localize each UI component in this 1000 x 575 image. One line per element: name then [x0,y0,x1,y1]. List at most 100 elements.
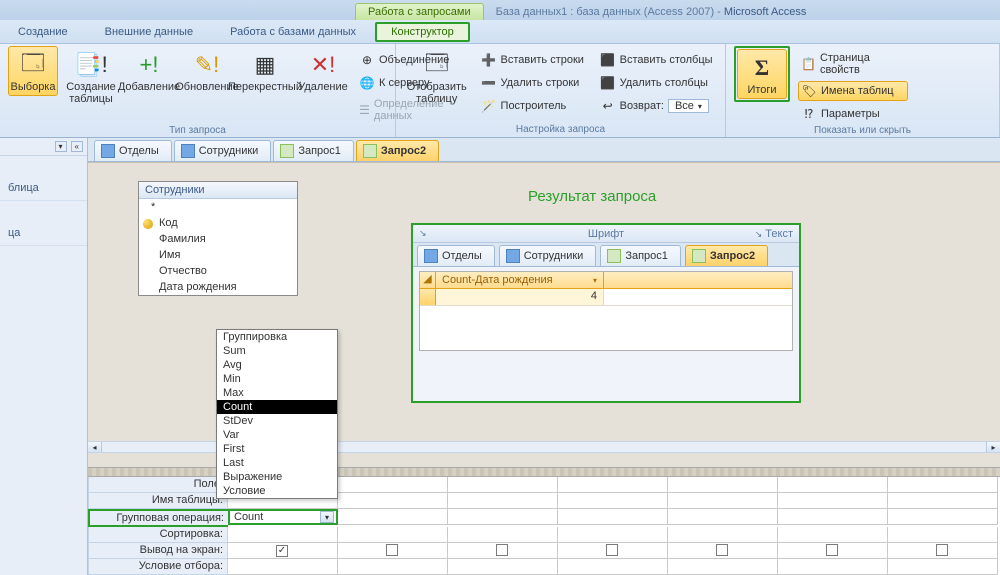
tab-design[interactable]: Конструктор [375,22,470,42]
chevron-down-icon: ▾ [698,102,702,111]
opt-count[interactable]: Count [217,400,337,414]
context-tab[interactable]: Работа с запросами [355,3,484,20]
cell-show-1[interactable]: ✓ [228,543,338,559]
field-familia[interactable]: Фамилия [139,231,297,247]
delete-rows-button[interactable]: ➖ Удалить строки [478,73,589,93]
opt-where[interactable]: Условие [217,484,337,498]
server-icon: 🌐 [359,75,375,91]
checkbox[interactable] [826,544,838,556]
checkbox-checked[interactable]: ✓ [276,545,288,557]
tablenames-button[interactable]: 🏷 Имена таблиц [798,81,908,101]
cell[interactable] [778,477,888,493]
opt-min[interactable]: Min [217,372,337,386]
dropdown-icon[interactable]: ▾ [55,141,67,152]
insert-cols-button[interactable]: ⬛ Вставить столбцы [597,50,717,70]
cell[interactable] [338,477,448,493]
field-kod[interactable]: Код [139,215,297,231]
maketable-button[interactable]: 📑! Создание таблицы [66,46,116,108]
dialog-launcher-icon[interactable]: ↘ [419,228,427,239]
chevron-down-icon[interactable]: ▾ [593,276,597,285]
data-cell[interactable]: 4 [436,289,604,305]
column-header[interactable]: Count-Дата рождения ▾ [436,272,604,288]
update-button[interactable]: ✎! Обновление [182,46,232,96]
scroll-left-icon[interactable]: ◂ [88,442,102,452]
totals-highlight: Σ Итоги [734,46,790,102]
totals-button[interactable]: Σ Итоги [737,49,787,99]
scroll-right-icon[interactable]: ▸ [986,442,1000,452]
union-icon: ⊕ [359,52,375,68]
aggregate-dropdown[interactable]: Группировка Sum Avg Min Max Count StDev … [216,329,338,499]
table-title: Сотрудники [139,182,297,199]
opt-sum[interactable]: Sum [217,344,337,358]
row-selector[interactable] [420,289,436,305]
tab-zapros1[interactable]: Запрос1 [273,140,354,161]
builder-button[interactable]: 🪄 Построитель [478,96,589,116]
tab-database-tools[interactable]: Работа с базами данных [212,22,375,42]
chevron-down-icon[interactable]: ▾ [320,511,334,523]
params-icon: ⁉ [801,106,817,122]
maketable-icon: 📑! [75,49,107,81]
rtab-sotrudniki[interactable]: Сотрудники [499,245,597,266]
tab-zapros2[interactable]: Запрос2 [356,140,439,161]
return-combo[interactable]: ↩ Возврат: Все ▾ [597,96,717,116]
table-icon [424,249,438,263]
opt-group[interactable]: Группировка [217,330,337,344]
result-tabs: Отделы Сотрудники Запрос1 Запрос2 [413,243,799,267]
rtab-zapros2[interactable]: Запрос2 [685,245,768,266]
opt-stdev[interactable]: StDev [217,414,337,428]
opt-last[interactable]: Last [217,456,337,470]
rtab-otdely[interactable]: Отделы [417,245,495,266]
opt-first[interactable]: First [217,442,337,456]
insert-rows-button[interactable]: ➕ Вставить строки [478,50,589,70]
app-name: Microsoft Access [724,6,807,18]
update-icon: ✎! [191,49,223,81]
checkbox[interactable] [606,544,618,556]
tab-sotrudniki[interactable]: Сотрудники [174,140,272,161]
parameters-button[interactable]: ⁉ Параметры [798,104,908,124]
opt-var[interactable]: Var [217,428,337,442]
propsheet-button[interactable]: 📋 Страница свойств [798,50,908,78]
tab-create[interactable]: Создание [0,22,87,42]
field-otchestvo[interactable]: Отчество [139,263,297,279]
opt-expr[interactable]: Выражение [217,470,337,484]
datadef-icon: ☰ [359,102,370,118]
cell[interactable] [448,477,558,493]
empty-rows [420,306,792,350]
cell[interactable] [668,477,778,493]
checkbox[interactable] [386,544,398,556]
cell[interactable] [888,477,998,493]
checkbox[interactable] [716,544,728,556]
nav-item-2[interactable]: ца [0,221,87,246]
checkbox[interactable] [936,544,948,556]
field-data-rozhdeniya[interactable]: Дата рождения [139,279,297,295]
cell-total-combo[interactable]: Count ▾ [228,509,338,525]
tablenames-icon: 🏷 [801,83,817,99]
result-datasheet[interactable]: ◢ Count-Дата рождения ▾ 4 [419,271,793,351]
rtab-zapros1[interactable]: Запрос1 [600,245,681,266]
showtable-button[interactable]: 🗔 Отобразить таблицу [404,46,470,108]
crosstab-button[interactable]: ▦ Перекрестный [240,46,290,96]
nav-item-1[interactable]: блица [0,176,87,201]
field-star[interactable]: * [139,199,297,215]
collapse-icon[interactable]: « [71,141,83,152]
select-query-button[interactable]: 🗔 Выборка [8,46,58,96]
sigma-icon: Σ [746,52,778,84]
append-label: Добавление [118,81,180,93]
tab-external-data[interactable]: Внешние данные [87,22,212,42]
field-imya[interactable]: Имя [139,247,297,263]
table-sotrudniki[interactable]: Сотрудники * Код Фамилия Имя Отчество Да… [138,181,298,296]
nav-pane[interactable]: ▾ « блица ца [0,138,88,575]
query-design-canvas[interactable]: Сотрудники * Код Фамилия Имя Отчество Да… [88,162,1000,575]
select-all-cell[interactable]: ◢ [420,272,436,288]
tab-otdely[interactable]: Отделы [94,140,172,161]
checkbox[interactable] [496,544,508,556]
opt-max[interactable]: Max [217,386,337,400]
opt-avg[interactable]: Avg [217,358,337,372]
cell[interactable] [558,477,668,493]
delete-cols-button[interactable]: ⬛ Удалить столбцы [597,73,717,93]
dialog-launcher-icon[interactable]: ↘ [755,229,763,239]
totals-label: Итоги [747,84,776,96]
delete-button[interactable]: ✕! Удаление [298,46,348,96]
group-type-caption: Тип запроса [8,124,387,138]
append-button[interactable]: +! Добавление [124,46,174,96]
